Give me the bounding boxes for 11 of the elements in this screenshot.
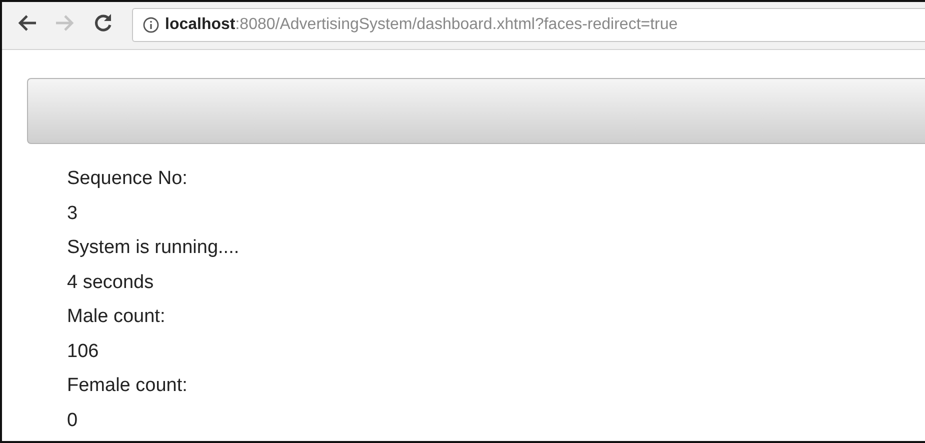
address-bar[interactable]: localhost:8080/AdvertisingSystem/dashboard.xhtml?faces-redirect=true — [132, 8, 925, 42]
info-icon[interactable] — [143, 17, 159, 33]
output-text: System is running.... — [67, 237, 240, 258]
output-text: 0 — [67, 410, 78, 430]
output-text: Sequence No: — [67, 168, 188, 189]
url-text: localhost:8080/AdvertisingSystem/dashboard.xhtml?faces-redirect=true — [165, 15, 678, 35]
output-text: Female count: — [67, 375, 188, 396]
output-text: Male count: — [67, 306, 166, 327]
output-text: 4 seconds — [67, 272, 154, 292]
output-text: 3 — [67, 202, 78, 224]
output-text: 106 — [67, 340, 99, 362]
